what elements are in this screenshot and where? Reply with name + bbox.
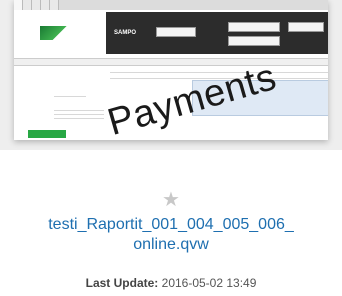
thumbnail-green-button bbox=[28, 130, 66, 138]
last-update-label: Last Update: bbox=[85, 276, 159, 290]
thumbnail-section-title bbox=[14, 58, 328, 66]
last-update-info: Last Update: 2016-05-02 13:49 bbox=[0, 276, 342, 290]
thumbnail-tab-bar bbox=[14, 0, 328, 10]
logo-mark-icon bbox=[40, 26, 70, 40]
document-title-link[interactable]: testi_Raportit_001_004_005_006_ online.q… bbox=[0, 215, 342, 255]
thumbnail-header-bar: SAMPO bbox=[106, 12, 328, 54]
filter-divider bbox=[54, 96, 86, 97]
document-title-line2: online.qvw bbox=[133, 236, 209, 253]
filter-divider bbox=[54, 114, 104, 115]
thumbnail-tab bbox=[14, 0, 23, 10]
thumbnail-logo bbox=[34, 18, 94, 48]
last-update-value: 2016-05-02 13:49 bbox=[161, 276, 257, 290]
header-bar-label: SAMPO bbox=[114, 30, 137, 36]
thumbnail-tab bbox=[32, 0, 41, 10]
favorite-star-icon[interactable]: ★ bbox=[162, 190, 180, 210]
filter-divider bbox=[54, 110, 104, 111]
filter-divider bbox=[54, 118, 104, 119]
header-field bbox=[228, 22, 280, 32]
thumbnail-tab bbox=[41, 0, 50, 10]
thumbnail-tab bbox=[23, 0, 32, 10]
thumbnail-tab bbox=[50, 0, 59, 10]
header-field bbox=[156, 27, 196, 37]
document-title-line1: testi_Raportit_001_004_005_006_ bbox=[48, 216, 294, 233]
header-field bbox=[228, 36, 280, 46]
header-field bbox=[288, 22, 324, 32]
